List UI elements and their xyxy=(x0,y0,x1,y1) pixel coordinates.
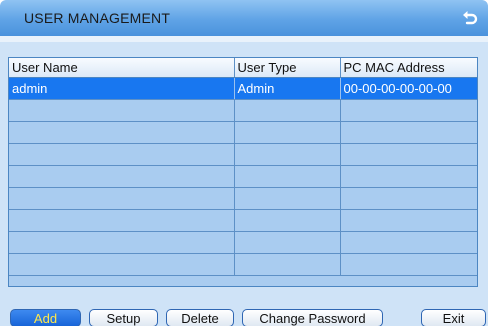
table-row[interactable] xyxy=(9,165,477,188)
cell-user-name[interactable] xyxy=(9,121,235,144)
cell-user-name[interactable] xyxy=(9,253,235,276)
cell-user-type[interactable] xyxy=(234,209,341,232)
cell-user-name[interactable] xyxy=(9,231,235,254)
cell-mac-address[interactable] xyxy=(340,187,477,210)
cell-mac-address[interactable] xyxy=(340,165,477,188)
table-row[interactable] xyxy=(9,99,477,122)
table-row[interactable] xyxy=(9,253,477,276)
cell-user-type[interactable] xyxy=(234,143,341,166)
table-row[interactable] xyxy=(9,143,477,166)
undo-arrow-icon[interactable] xyxy=(460,8,480,28)
cell-mac-address[interactable]: 00-00-00-00-00-00 xyxy=(340,77,477,100)
table-row[interactable] xyxy=(9,209,477,232)
cell-user-name[interactable] xyxy=(9,99,235,122)
cell-mac-address[interactable] xyxy=(340,253,477,276)
user-table: User Name User Type PC MAC Address admin… xyxy=(8,57,478,287)
cell-user-type[interactable] xyxy=(234,165,341,188)
cell-user-type[interactable] xyxy=(234,187,341,210)
delete-button[interactable]: Delete xyxy=(166,309,234,326)
cell-user-name[interactable] xyxy=(9,187,235,210)
column-header-user-name[interactable]: User Name xyxy=(9,58,235,78)
cell-user-name[interactable] xyxy=(9,143,235,166)
table-row[interactable]: admin Admin 00-00-00-00-00-00 xyxy=(9,77,477,100)
title-bar: USER MANAGEMENT xyxy=(0,0,488,36)
change-password-button[interactable]: Change Password xyxy=(242,309,383,326)
add-button[interactable]: Add xyxy=(10,309,81,326)
column-header-user-type[interactable]: User Type xyxy=(234,58,341,78)
title-divider xyxy=(0,36,488,42)
window-title: USER MANAGEMENT xyxy=(24,10,171,26)
cell-user-name[interactable] xyxy=(9,165,235,188)
cell-mac-address[interactable] xyxy=(340,231,477,254)
table-row[interactable] xyxy=(9,231,477,254)
table-row[interactable] xyxy=(9,187,477,210)
cell-user-type[interactable] xyxy=(234,231,341,254)
cell-mac-address[interactable] xyxy=(340,209,477,232)
cell-user-type[interactable] xyxy=(234,121,341,144)
cell-user-name[interactable] xyxy=(9,209,235,232)
user-management-window: USER MANAGEMENT User Name User Type PC M… xyxy=(0,0,488,326)
table-header-row: User Name User Type PC MAC Address xyxy=(9,58,477,78)
cell-user-type[interactable] xyxy=(234,253,341,276)
table-row[interactable] xyxy=(9,121,477,144)
cell-mac-address[interactable] xyxy=(340,99,477,122)
setup-button[interactable]: Setup xyxy=(89,309,158,326)
cell-user-name[interactable]: admin xyxy=(9,77,235,100)
cell-user-type[interactable] xyxy=(234,99,341,122)
exit-button[interactable]: Exit xyxy=(421,309,486,326)
column-header-mac-address[interactable]: PC MAC Address xyxy=(340,58,477,78)
cell-mac-address[interactable] xyxy=(340,143,477,166)
cell-mac-address[interactable] xyxy=(340,121,477,144)
cell-user-type[interactable]: Admin xyxy=(234,77,341,100)
